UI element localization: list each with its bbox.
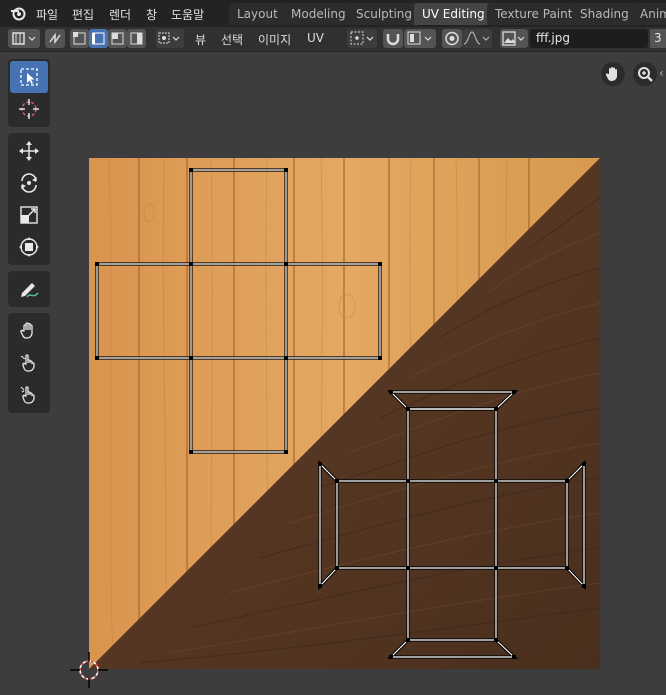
face-select-mode[interactable] — [108, 29, 127, 48]
face-mode-icon — [111, 32, 124, 45]
island-mode-icon — [130, 32, 143, 45]
menu-window[interactable]: 창 — [146, 6, 157, 23]
tool-pinch[interactable] — [10, 379, 48, 411]
tool-group-select — [8, 59, 50, 127]
uv-image-canvas[interactable] — [89, 158, 600, 669]
uv-editor-header: 뷰 선택 이미지 UV fff.jpg 3 — [0, 27, 666, 52]
menu-render[interactable]: 렌더 — [109, 6, 131, 23]
proportional-edit-icon — [445, 31, 459, 46]
menu-file[interactable]: 파일 — [36, 6, 58, 23]
tab-shading[interactable]: Shading — [572, 3, 637, 25]
hand-icon — [605, 67, 617, 81]
tool-scale[interactable] — [10, 199, 48, 231]
menu-edit[interactable]: 편집 — [72, 6, 94, 23]
move-icon — [19, 141, 39, 161]
tool-rotate[interactable] — [10, 167, 48, 199]
proportional-editing-toggle[interactable] — [442, 29, 462, 48]
image-browse-dropdown[interactable] — [500, 29, 528, 48]
snap-toggle[interactable] — [383, 29, 403, 48]
image-users-count[interactable]: 3 — [650, 29, 666, 48]
tab-texture-paint[interactable]: Texture Paint — [487, 3, 581, 25]
menu-image[interactable]: 이미지 — [258, 31, 291, 48]
pinch-icon — [20, 386, 35, 404]
pivot-point-dropdown[interactable] — [347, 29, 377, 48]
relax-icon — [20, 354, 35, 372]
falloff-dropdown[interactable] — [462, 29, 492, 48]
tool-group-transform — [8, 133, 50, 265]
snap-increment-icon — [407, 31, 432, 45]
pivot-icon — [350, 31, 374, 45]
tool-shelf — [8, 59, 50, 419]
magnet-icon — [386, 34, 400, 46]
tool-transform[interactable] — [10, 231, 48, 263]
grab-icon — [20, 322, 33, 339]
uv-editor-icon — [12, 32, 36, 45]
edge-select-mode[interactable] — [89, 29, 108, 48]
image-name-field[interactable]: fff.jpg — [530, 29, 648, 48]
vertex-select-mode[interactable] — [70, 29, 89, 48]
tool-annotate[interactable] — [10, 273, 48, 305]
island-select-mode[interactable] — [127, 29, 146, 48]
tool-group-uv-sculpt — [8, 313, 50, 413]
tool-move[interactable] — [10, 135, 48, 167]
top-menubar: 파일 편집 렌더 창 도움말 Layout Modeling Sculpting… — [0, 0, 666, 27]
tab-layout[interactable]: Layout — [229, 3, 286, 25]
scale-icon — [20, 206, 38, 224]
sticky-selection-dropdown[interactable] — [156, 29, 184, 48]
cursor-icon — [19, 99, 39, 119]
menu-view[interactable]: 뷰 — [195, 31, 206, 48]
annotate-icon — [21, 283, 39, 298]
edge-mode-icon — [92, 32, 105, 45]
pan-view-button[interactable] — [601, 62, 625, 86]
vertex-mode-icon — [73, 32, 86, 45]
2d-cursor-icon[interactable] — [64, 648, 114, 695]
menu-select[interactable]: 선택 — [221, 31, 243, 48]
tab-modeling[interactable]: Modeling — [283, 3, 354, 25]
tab-uv-editing[interactable]: UV Editing — [414, 3, 493, 25]
select-box-icon — [20, 68, 38, 86]
zoom-icon — [638, 67, 653, 82]
menu-uv[interactable]: UV — [307, 31, 324, 45]
collapse-sidebar-arrow-icon[interactable]: ‹ — [659, 66, 664, 80]
tool-group-annotate — [8, 271, 50, 307]
rotate-icon — [21, 173, 37, 193]
snap-target-dropdown[interactable] — [404, 29, 436, 48]
tab-animation[interactable]: Anim — [632, 3, 666, 25]
sync-selection-toggle[interactable] — [45, 29, 65, 48]
image-icon — [502, 31, 525, 46]
tool-grab[interactable] — [10, 315, 48, 347]
transform-icon — [19, 237, 39, 257]
tool-select-box[interactable] — [10, 61, 48, 93]
tool-cursor[interactable] — [10, 93, 48, 125]
editor-type-dropdown[interactable] — [8, 29, 40, 48]
sticky-select-icon — [158, 32, 180, 44]
tool-relax[interactable] — [10, 347, 48, 379]
tab-sculpting[interactable]: Sculpting — [348, 3, 421, 25]
menu-help[interactable]: 도움말 — [171, 6, 204, 23]
falloff-curve-icon — [463, 31, 490, 45]
zoom-view-button[interactable] — [633, 62, 657, 86]
blender-logo-icon[interactable] — [10, 5, 26, 21]
sync-arrows-icon — [49, 32, 61, 45]
